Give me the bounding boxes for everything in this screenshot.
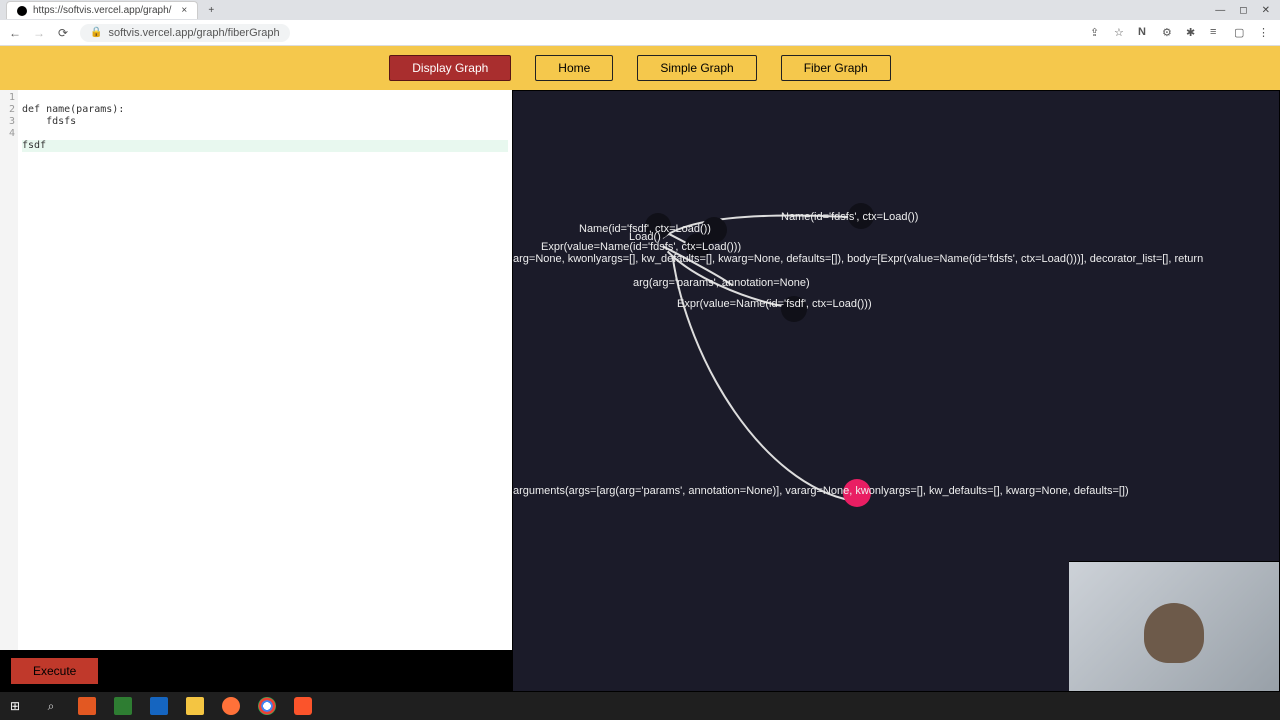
- file-explorer-icon[interactable]: [186, 697, 204, 715]
- graph-label: arg=None, kwonlyargs=[], kw_defaults=[],…: [513, 253, 1203, 265]
- nav-back-icon[interactable]: ←: [8, 26, 22, 40]
- workspace: 1 2 3 4 def name(params): fdsfs fsdf Exe…: [0, 90, 1280, 692]
- window-close-icon[interactable]: ✕: [1262, 5, 1270, 16]
- windows-taskbar: ⊞ ⌕: [0, 692, 1280, 720]
- extension-puzzle-icon[interactable]: ✱: [1186, 26, 1200, 40]
- vscode-icon[interactable]: [150, 697, 168, 715]
- start-button-icon[interactable]: ⊞: [6, 697, 24, 715]
- graph-label: Expr(value=Name(id='fsdf', ctx=Load())): [677, 298, 872, 310]
- code-line: def name(params):: [22, 104, 124, 115]
- code-line: fdsfs: [22, 116, 76, 127]
- line-number: 3: [0, 116, 15, 128]
- webcam-overlay: [1069, 561, 1279, 691]
- extension-panel-icon[interactable]: ▢: [1234, 26, 1248, 40]
- code-editor[interactable]: 1 2 3 4 def name(params): fdsfs fsdf: [0, 90, 512, 650]
- nav-reload-icon[interactable]: ⟳: [56, 26, 70, 40]
- share-icon[interactable]: ⇪: [1090, 26, 1104, 40]
- graph-label: arg(arg='params', annotation=None): [633, 277, 810, 289]
- taskbar-app-icon[interactable]: [114, 697, 132, 715]
- extension-n-icon[interactable]: N: [1138, 26, 1152, 40]
- extension-settings-icon[interactable]: ⚙: [1162, 26, 1176, 40]
- chrome-icon[interactable]: [258, 697, 276, 715]
- tab-favicon: [17, 6, 27, 16]
- lock-icon: 🔒: [90, 27, 102, 38]
- graph-canvas[interactable]: Name(id='fdsfs', ctx=Load()) Name(id='fs…: [512, 90, 1280, 692]
- home-button[interactable]: Home: [535, 55, 613, 81]
- browser-menu-icon[interactable]: ⋮: [1258, 26, 1272, 40]
- firefox-icon[interactable]: [222, 697, 240, 715]
- graph-label: Name(id='fdsfs', ctx=Load()): [781, 211, 918, 223]
- graph-label: Expr(value=Name(id='fdsfs', ctx=Load())): [541, 241, 741, 253]
- top-nav-bar: Display Graph Home Simple Graph Fiber Gr…: [0, 46, 1280, 90]
- extension-list-icon[interactable]: ≡: [1210, 26, 1224, 40]
- url-text: softvis.vercel.app/graph/fiberGraph: [108, 27, 279, 39]
- bookmark-icon[interactable]: ☆: [1114, 26, 1128, 40]
- window-maximize-icon[interactable]: ◻: [1239, 5, 1247, 16]
- page-content: Display Graph Home Simple Graph Fiber Gr…: [0, 46, 1280, 692]
- browser-tab[interactable]: https://softvis.vercel.app/graph/ ×: [6, 1, 198, 19]
- window-minimize-icon[interactable]: —: [1215, 5, 1225, 16]
- left-column: 1 2 3 4 def name(params): fdsfs fsdf Exe…: [0, 90, 512, 692]
- simple-graph-button[interactable]: Simple Graph: [637, 55, 756, 81]
- brave-icon[interactable]: [294, 697, 312, 715]
- tab-title: https://softvis.vercel.app/graph/: [33, 5, 171, 16]
- nav-forward-icon[interactable]: →: [32, 26, 46, 40]
- execute-bar: Execute: [0, 650, 512, 692]
- new-tab-button[interactable]: +: [202, 1, 220, 19]
- taskbar-app-icon[interactable]: [78, 697, 96, 715]
- graph-label: arguments(args=[arg(arg='params', annota…: [513, 485, 1129, 497]
- editor-gutter: 1 2 3 4: [0, 90, 18, 650]
- browser-address-bar: ← → ⟳ 🔒 softvis.vercel.app/graph/fiberGr…: [0, 20, 1280, 46]
- fiber-graph-button[interactable]: Fiber Graph: [781, 55, 891, 81]
- line-number: 4: [0, 128, 15, 140]
- url-box[interactable]: 🔒 softvis.vercel.app/graph/fiberGraph: [80, 24, 290, 42]
- browser-titlebar: https://softvis.vercel.app/graph/ × + — …: [0, 0, 1280, 20]
- code-line: fsdf: [22, 140, 508, 152]
- execute-button[interactable]: Execute: [10, 657, 99, 685]
- tab-close-icon[interactable]: ×: [181, 5, 187, 16]
- search-icon[interactable]: ⌕: [42, 697, 60, 715]
- display-graph-button[interactable]: Display Graph: [389, 55, 511, 81]
- line-number: 1: [0, 92, 15, 104]
- line-number: 2: [0, 104, 15, 116]
- editor-code[interactable]: def name(params): fdsfs fsdf: [18, 90, 512, 650]
